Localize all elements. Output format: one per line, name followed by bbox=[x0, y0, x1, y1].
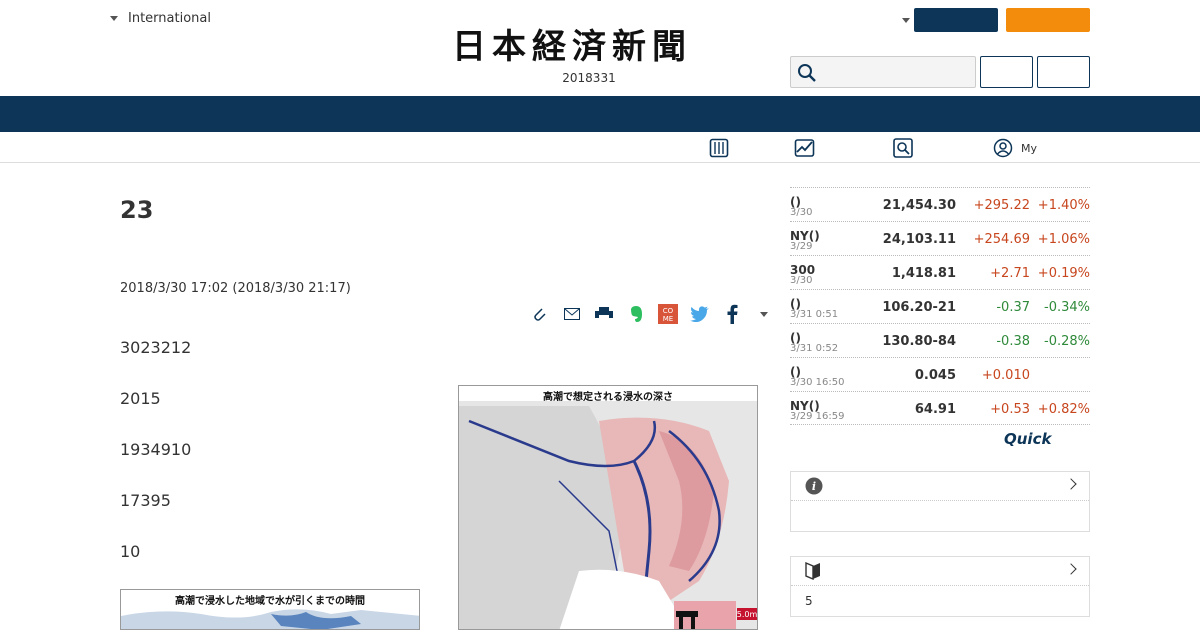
article-date: 2018/3/30 17:02 (2018/3/30 21:17) bbox=[120, 281, 351, 296]
evernote-icon[interactable] bbox=[624, 302, 648, 326]
outline-button-1[interactable] bbox=[980, 56, 1033, 88]
come-icon[interactable]: CO ME bbox=[656, 302, 680, 326]
market-row[interactable]: () 3/31 0:51 106.20-21 -0.37 -0.34% bbox=[790, 289, 1090, 323]
market-time: 3/30 16:50 bbox=[790, 377, 845, 388]
guide-box: 5 bbox=[790, 556, 1090, 617]
beginner-mark-icon bbox=[805, 562, 820, 580]
market-change: -0.37 bbox=[996, 300, 1030, 315]
market-change: -0.38 bbox=[996, 334, 1030, 349]
market-percent: -0.28% bbox=[1044, 334, 1090, 349]
market-time: 3/30 bbox=[790, 207, 813, 218]
paragraph: 1934910 bbox=[120, 440, 192, 459]
paragraph: 17395 bbox=[120, 491, 171, 510]
facebook-icon[interactable] bbox=[720, 302, 744, 326]
market-row[interactable]: NY() 3/29 24,103.11 +254.69 +1.06% bbox=[790, 221, 1090, 255]
flood-depth-map[interactable]: 高潮で想定される浸水の深さ 5.0m bbox=[458, 385, 758, 630]
map-graphic bbox=[121, 609, 419, 629]
market-time: 3/30 bbox=[790, 275, 813, 286]
market-row[interactable]: () 3/30 16:50 0.045 +0.010 bbox=[790, 357, 1090, 391]
print-icon[interactable] bbox=[592, 302, 616, 326]
edition-label: International bbox=[128, 11, 211, 26]
subnav-paper-viewer[interactable] bbox=[709, 138, 729, 158]
chart-icon bbox=[794, 139, 815, 157]
edition-selector[interactable]: International bbox=[110, 11, 211, 26]
search-input[interactable] bbox=[790, 56, 976, 88]
market-row[interactable]: 300 3/30 1,418.81 +2.71 +0.19% bbox=[790, 255, 1090, 289]
paragraph: 10 bbox=[120, 542, 141, 561]
clip-icon[interactable] bbox=[528, 302, 552, 326]
edition-date: 2018331 bbox=[562, 71, 616, 85]
subnav-markets[interactable] bbox=[794, 138, 816, 158]
market-table: () 3/30 21,454.30 +295.22 +1.40% NY() 3/29 24,1… bbox=[790, 187, 1090, 425]
caret-down-icon bbox=[110, 16, 118, 21]
chevron-right-icon[interactable] bbox=[1065, 478, 1077, 490]
market-time: 3/29 bbox=[790, 241, 813, 252]
my-label: My bbox=[1021, 141, 1038, 155]
guide-box-body: 5 bbox=[805, 594, 813, 608]
article-title: 23 bbox=[120, 196, 154, 224]
subnav-my[interactable]: My bbox=[993, 138, 1037, 158]
svg-text:i: i bbox=[812, 480, 816, 493]
market-change: +2.71 bbox=[990, 266, 1030, 281]
outline-button-2[interactable] bbox=[1037, 56, 1090, 88]
market-value: 24,103.11 bbox=[882, 232, 956, 247]
market-value: 130.80-84 bbox=[882, 334, 956, 349]
market-time: 3/31 0:52 bbox=[790, 343, 839, 354]
market-change: +0.010 bbox=[981, 368, 1030, 383]
masthead: International 日本経済新聞 2018331 bbox=[0, 0, 1200, 96]
twitter-icon[interactable] bbox=[688, 302, 712, 326]
market-value: 106.20-21 bbox=[882, 300, 956, 315]
account-area bbox=[902, 8, 998, 32]
market-value: 64.91 bbox=[914, 402, 956, 417]
more-share-caret-icon[interactable] bbox=[752, 302, 776, 326]
market-change: +295.22 bbox=[973, 198, 1030, 213]
info-box: i bbox=[790, 471, 1090, 532]
market-change: +0.53 bbox=[990, 402, 1030, 417]
drainage-time-map[interactable]: 高潮で浸水した地域で水が引くまでの時間 bbox=[120, 589, 420, 630]
market-value: 1,418.81 bbox=[891, 266, 956, 281]
paragraph: 2015 bbox=[120, 389, 161, 408]
market-time: 3/31 0:51 bbox=[790, 309, 839, 320]
map-graphic: 5.0m bbox=[459, 401, 758, 629]
chevron-right-icon[interactable] bbox=[1065, 563, 1077, 575]
subnav-search[interactable] bbox=[893, 138, 913, 158]
user-icon bbox=[993, 138, 1013, 158]
market-change: +254.69 bbox=[973, 232, 1030, 247]
paper-icon bbox=[709, 138, 729, 158]
market-value: 0.045 bbox=[914, 368, 956, 383]
quick-logo[interactable]: Quick bbox=[1004, 430, 1051, 448]
market-percent: +1.06% bbox=[1037, 232, 1090, 247]
search-icon bbox=[893, 138, 913, 158]
nikkei-logo[interactable]: 日本経済新聞 bbox=[452, 28, 748, 66]
svg-text:CO: CO bbox=[663, 307, 674, 315]
sub-nav: My bbox=[0, 132, 1200, 163]
info-box-header[interactable]: i bbox=[791, 472, 1089, 501]
caret-down-icon[interactable] bbox=[902, 17, 910, 23]
market-row[interactable]: () 3/31 0:52 130.80-84 -0.38 -0.28% bbox=[790, 323, 1090, 357]
depth-marker: 5.0m bbox=[737, 610, 758, 619]
guide-box-header[interactable] bbox=[791, 557, 1089, 586]
subscribe-button[interactable] bbox=[1006, 8, 1090, 32]
login-button[interactable] bbox=[914, 8, 998, 32]
market-percent: +0.19% bbox=[1037, 266, 1090, 281]
share-bar: CO ME bbox=[528, 302, 776, 326]
main-nav-bar bbox=[0, 96, 1200, 132]
market-value: 21,454.30 bbox=[882, 198, 956, 213]
mail-icon[interactable] bbox=[560, 302, 584, 326]
paragraph: 3023212 bbox=[120, 338, 192, 357]
info-box-body bbox=[791, 501, 1089, 531]
market-percent: +0.82% bbox=[1037, 402, 1090, 417]
market-time: 3/29 16:59 bbox=[790, 411, 845, 422]
info-icon: i bbox=[805, 477, 823, 495]
market-row[interactable]: NY() 3/29 16:59 64.91 +0.53 +0.82% bbox=[790, 391, 1090, 425]
market-percent: +1.40% bbox=[1037, 198, 1090, 213]
svg-text:ME: ME bbox=[663, 315, 673, 323]
search-icon[interactable] bbox=[797, 63, 817, 83]
market-row[interactable]: () 3/30 21,454.30 +295.22 +1.40% bbox=[790, 187, 1090, 221]
market-percent: -0.34% bbox=[1044, 300, 1090, 315]
